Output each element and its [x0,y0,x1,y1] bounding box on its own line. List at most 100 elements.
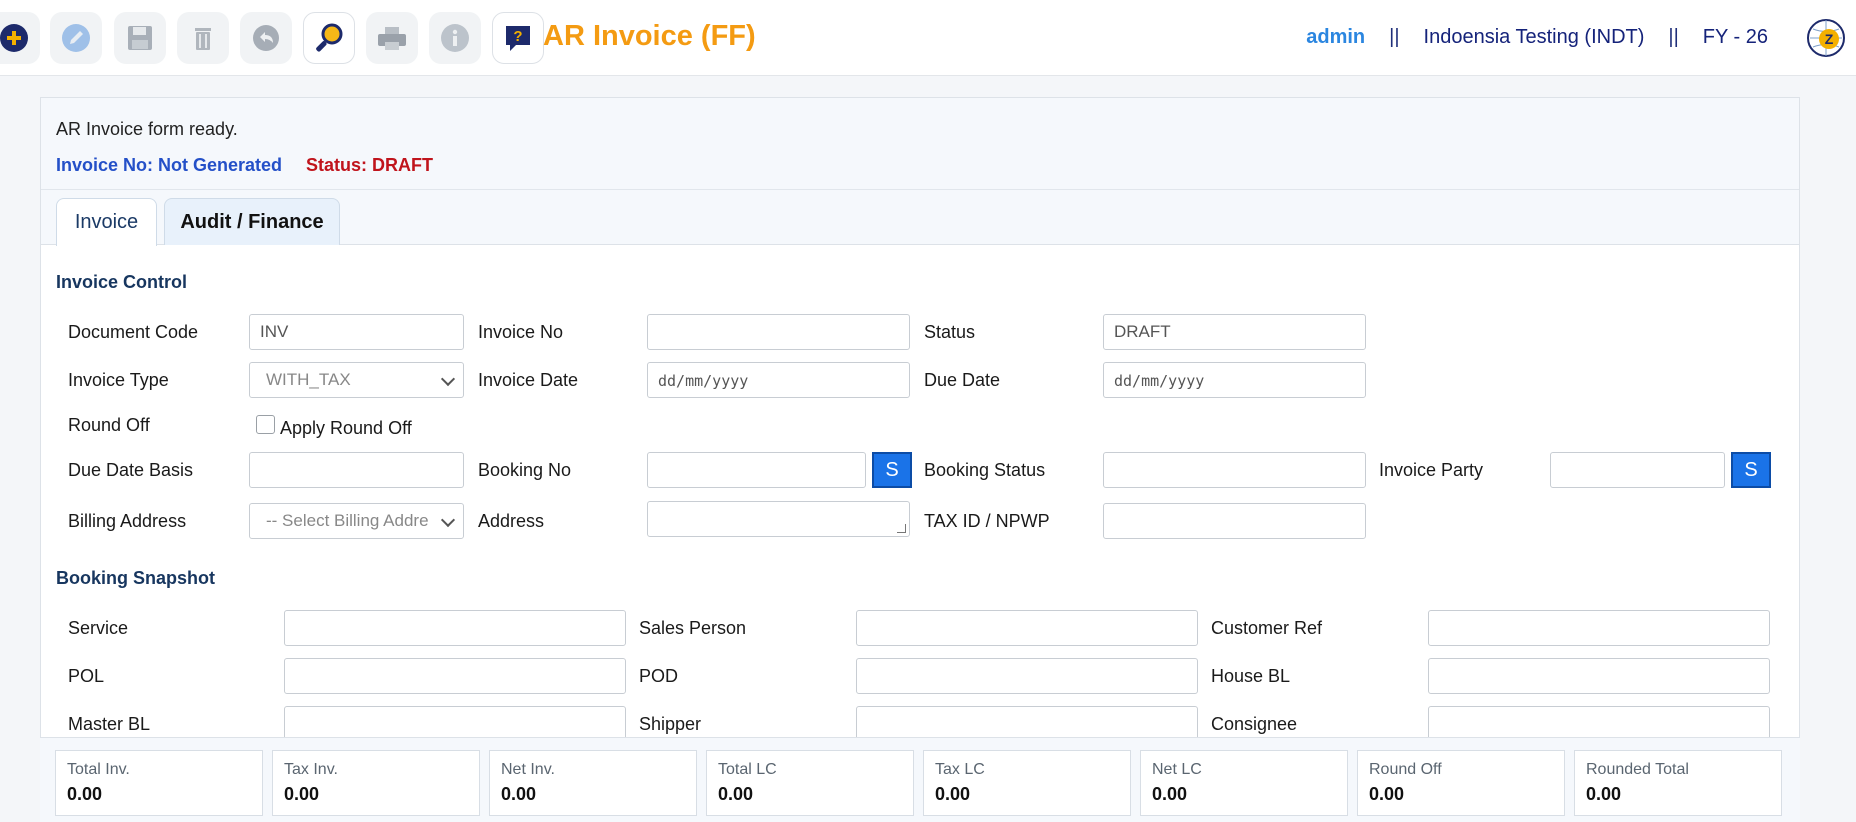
total-label: Total LC [718,761,777,778]
save-button[interactable] [114,12,166,64]
booking-no-label: Booking No [478,460,572,480]
sales-person-label: Sales Person [639,618,747,638]
total-label: Tax LC [935,761,985,778]
total-value: 0.00 [67,784,103,804]
message-area: AR Invoice form ready. Invoice No: Not G… [41,98,1799,190]
total-value: 0.00 [718,784,754,804]
total-value: 0.00 [1586,784,1622,804]
invoice-number-display: Invoice No: Not Generated [56,155,283,175]
delete-button[interactable] [177,12,229,64]
tax-inv-card: Tax Inv. 0.00 [272,750,480,816]
invoice-date-label: Invoice Date [478,370,579,390]
search-icon [316,23,343,52]
booking-status-input[interactable] [1103,452,1366,488]
separator: || [1668,26,1679,48]
net-inv-card: Net Inv. 0.00 [489,750,697,816]
tax-id-input[interactable] [1103,503,1366,539]
invoice-no-label: Invoice No [478,322,564,342]
totals-bar: Total Inv. 0.00 Tax Inv. 0.00 Net Inv. 0… [40,737,1800,822]
customer-ref-input[interactable] [1428,610,1770,646]
status-input[interactable]: DRAFT [1103,314,1366,350]
address-label: Address [478,511,545,531]
tab-invoice[interactable]: Invoice [56,198,157,246]
booking-search-button[interactable]: S [872,452,912,488]
undo-icon [253,25,279,51]
add-button[interactable] [0,12,40,64]
tax-lc-card: Tax LC 0.00 [923,750,1131,816]
sales-person-input[interactable] [856,610,1198,646]
company-name: Indoensia Testing (INDT) [1423,26,1645,48]
invoice-control-title: Invoice Control [56,272,188,292]
logo-icon: Z [1807,19,1845,57]
house-bl-label: House BL [1211,666,1291,686]
tax-id-label: TAX ID / NPWP [924,511,1050,531]
invoice-party-search-button[interactable]: S [1731,452,1771,488]
total-label: Net Inv. [501,761,555,778]
due-date-basis-input[interactable] [249,452,464,488]
address-textarea[interactable] [647,501,910,537]
total-value: 0.00 [935,784,971,804]
invoice-type-label: Invoice Type [68,370,169,390]
apply-round-off-checkbox[interactable] [256,415,275,434]
total-label: Total Inv. [67,761,130,778]
booking-status-label: Booking Status [924,460,1046,480]
separator: || [1389,26,1400,48]
invoice-party-label: Invoice Party [1379,460,1484,480]
user-name[interactable]: admin [1306,26,1365,49]
invoice-date-input[interactable]: dd/mm/yyyy [647,362,910,398]
document-code-label: Document Code [68,322,199,342]
info-icon [441,24,469,52]
user-info: admin || Indoensia Testing (INDT) || FY … [1306,26,1768,49]
booking-snapshot-title: Booking Snapshot [56,568,215,588]
total-value: 0.00 [1369,784,1405,804]
help-button[interactable]: ? [492,12,544,64]
invoice-type-select[interactable]: WITH_TAX [249,362,464,398]
print-icon [378,27,406,50]
customer-ref-label: Customer Ref [1211,618,1323,638]
save-icon [128,26,152,50]
house-bl-input[interactable] [1428,658,1770,694]
net-lc-card: Net LC 0.00 [1140,750,1348,816]
undo-button[interactable] [240,12,292,64]
round-off-card: Round Off 0.00 [1357,750,1565,816]
total-label: Net LC [1152,761,1202,778]
pol-input[interactable] [284,658,626,694]
svg-text:?: ? [513,28,522,45]
fiscal-year: FY - 26 [1702,26,1768,48]
status-label: Status [924,322,976,342]
booking-no-input[interactable] [647,452,866,488]
billing-address-select[interactable]: -- Select Billing Addre [249,503,464,539]
edit-icon [62,24,90,52]
print-button[interactable] [366,12,418,64]
status-message: AR Invoice form ready. [56,119,238,139]
consignee-label: Consignee [1211,714,1298,734]
search-button[interactable] [303,12,355,64]
invoice-party-input[interactable] [1550,452,1725,488]
invoice-no-input[interactable] [647,314,910,350]
due-date-input[interactable]: dd/mm/yyyy [1103,362,1366,398]
edit-button[interactable] [50,12,102,64]
rounded-total-card: Rounded Total 0.00 [1574,750,1782,816]
round-off-label: Round Off [68,415,150,435]
info-button[interactable] [429,12,481,64]
page-title: AR Invoice (FF) [543,20,756,52]
total-inv-card: Total Inv. 0.00 [55,750,263,816]
invoice-panel: AR Invoice form ready. Invoice No: Not G… [40,97,1800,822]
service-input[interactable] [284,610,626,646]
pod-input[interactable] [856,658,1198,694]
total-lc-card: Total LC 0.00 [706,750,914,816]
tab-audit-finance[interactable]: Audit / Finance [164,198,340,245]
due-date-basis-label: Due Date Basis [68,460,194,480]
document-code-input[interactable]: INV [249,314,464,350]
apply-round-off-label[interactable]: Apply Round Off [280,418,412,439]
svg-text:Z: Z [1825,31,1834,47]
add-icon [0,24,28,52]
billing-address-label: Billing Address [68,511,187,531]
toolbar: ? AR Invoice (FF) admin || Indoensia Tes… [0,0,1856,76]
due-date-label: Due Date [924,370,1001,390]
shipper-label: Shipper [639,714,702,734]
total-label: Tax Inv. [284,761,338,778]
total-label: Round Off [1369,761,1442,778]
service-label: Service [68,618,129,638]
delete-icon [195,28,211,50]
